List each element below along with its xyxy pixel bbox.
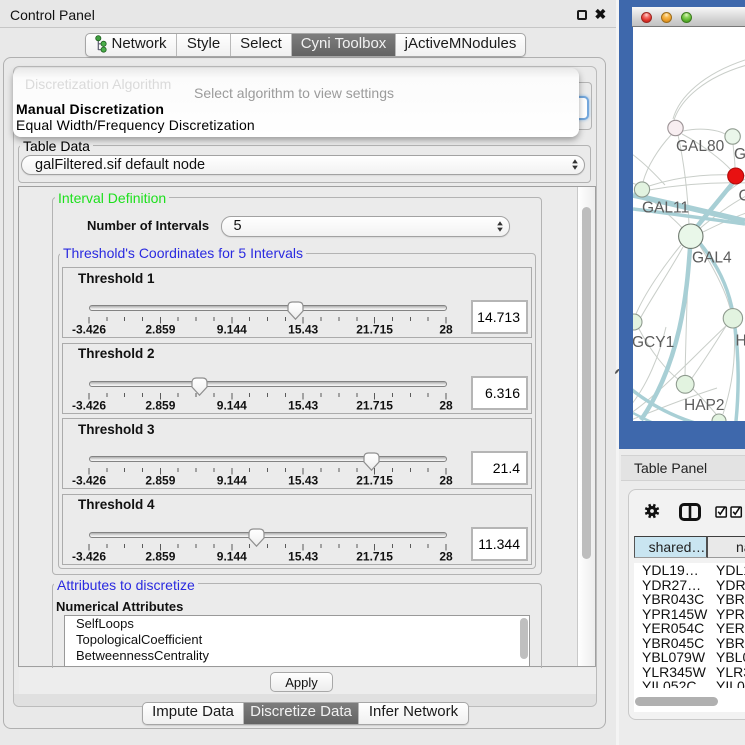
- svg-text:2.859: 2.859: [145, 549, 175, 563]
- svg-text:-3.426: -3.426: [72, 323, 106, 337]
- svg-text:-3.426: -3.426: [72, 398, 106, 412]
- svg-text:21.715: 21.715: [356, 323, 393, 337]
- svg-text:9.144: 9.144: [217, 549, 247, 563]
- svg-text:28: 28: [439, 398, 453, 412]
- svg-text:9.144: 9.144: [217, 474, 247, 488]
- svg-text:21.715: 21.715: [356, 549, 393, 563]
- svg-text:-3.426: -3.426: [72, 474, 106, 488]
- svg-text:GAL: GAL: [734, 146, 745, 163]
- svg-text:2.859: 2.859: [145, 323, 175, 337]
- svg-text:28: 28: [439, 474, 453, 488]
- svg-text:21.715: 21.715: [356, 398, 393, 412]
- svg-text:GCY1: GCY1: [633, 334, 674, 351]
- svg-text:-3.426: -3.426: [72, 549, 106, 563]
- svg-text:2.859: 2.859: [145, 398, 175, 412]
- svg-text:GAL80: GAL80: [676, 138, 725, 155]
- svg-text:15.43: 15.43: [288, 474, 318, 488]
- svg-text:9.144: 9.144: [217, 398, 247, 412]
- svg-text:28: 28: [439, 549, 453, 563]
- svg-text:C: C: [739, 188, 745, 205]
- svg-text:2.859: 2.859: [145, 474, 175, 488]
- svg-text:GAL4: GAL4: [692, 250, 732, 267]
- svg-text:GAL11: GAL11: [642, 200, 689, 217]
- svg-text:21.715: 21.715: [356, 474, 393, 488]
- svg-text:15.43: 15.43: [288, 323, 318, 337]
- svg-text:28: 28: [439, 323, 453, 337]
- svg-text:HAP2: HAP2: [684, 397, 725, 414]
- svg-text:H: H: [736, 333, 745, 350]
- svg-text:9.144: 9.144: [217, 323, 247, 337]
- svg-text:15.43: 15.43: [288, 398, 318, 412]
- svg-text:15.43: 15.43: [288, 549, 318, 563]
